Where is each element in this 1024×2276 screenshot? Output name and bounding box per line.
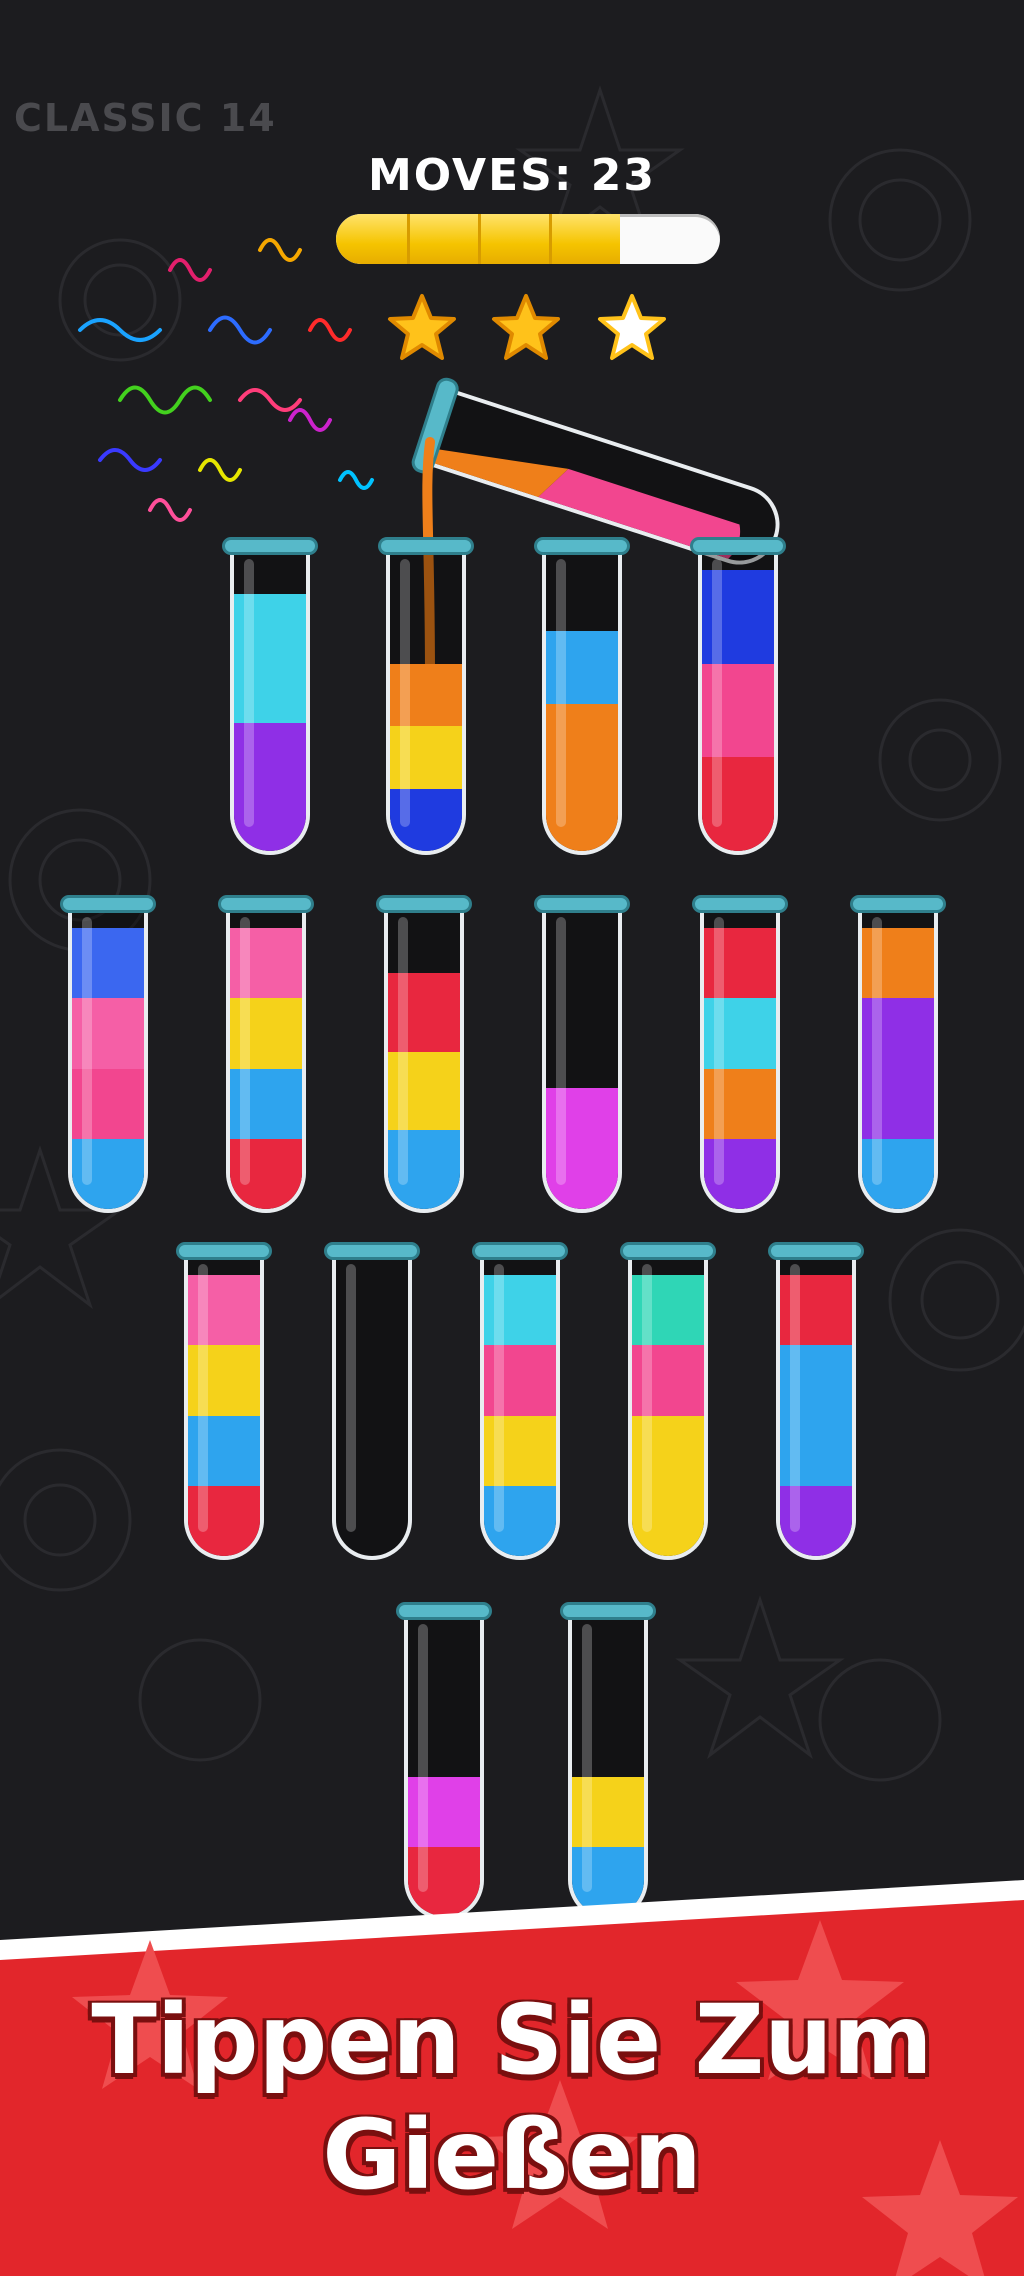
tube-shine: [418, 1624, 428, 1892]
tube-glass: [68, 907, 148, 1213]
tube-shine: [398, 917, 408, 1185]
tube-glass: [542, 907, 622, 1213]
tube-glass: [542, 549, 622, 855]
tube-16[interactable]: [396, 1600, 492, 1920]
progress-segment-divider: [549, 214, 553, 264]
tube-rim: [378, 537, 474, 555]
tube-8[interactable]: [534, 893, 630, 1213]
tube-rim: [690, 537, 786, 555]
instruction-banner: Tippen Sie Zum Gießen: [0, 1880, 1024, 2276]
tube-2[interactable]: [378, 535, 474, 855]
tube-shine: [400, 559, 410, 827]
tube-shine: [582, 1624, 592, 1892]
tube-rim: [850, 895, 946, 913]
tube-glass: [858, 907, 938, 1213]
confetti-effect: [78, 238, 374, 522]
tube-rim: [396, 1602, 492, 1620]
moves-counter: MOVES: 23: [0, 150, 1024, 201]
tube-shine: [556, 917, 566, 1185]
tube-11[interactable]: [176, 1240, 272, 1560]
banner-line-1: Tippen Sie Zum: [91, 1984, 933, 2096]
tube-10[interactable]: [850, 893, 946, 1213]
tube-shine: [346, 1264, 356, 1532]
tube-shine: [872, 917, 882, 1185]
tube-rim: [534, 537, 630, 555]
tube-shine: [790, 1264, 800, 1532]
tube-rim: [376, 895, 472, 913]
tube-rim: [534, 895, 630, 913]
tube-rim: [222, 537, 318, 555]
tube-17[interactable]: [560, 1600, 656, 1920]
tube-glass: [700, 907, 780, 1213]
tube-shine: [240, 917, 250, 1185]
tube-rim: [768, 1242, 864, 1260]
tube-glass: [386, 549, 466, 855]
tube-7[interactable]: [376, 893, 472, 1213]
tube-shine: [556, 559, 566, 827]
progress-segment-divider: [407, 214, 411, 264]
tube-12[interactable]: [324, 1240, 420, 1560]
tube-rim: [324, 1242, 420, 1260]
tube-glass: [698, 549, 778, 855]
tube-5[interactable]: [60, 893, 156, 1213]
level-label: CLASSIC 14: [14, 96, 277, 140]
moves-value: 23: [590, 150, 656, 201]
tube-shine: [642, 1264, 652, 1532]
tube-shine: [244, 559, 254, 827]
banner-line-2: Gießen: [322, 2099, 702, 2211]
tube-4[interactable]: [690, 535, 786, 855]
tube-rim: [560, 1602, 656, 1620]
tube-glass: [480, 1254, 560, 1560]
tube-glass: [384, 907, 464, 1213]
tube-shine: [494, 1264, 504, 1532]
tube-glass: [404, 1614, 484, 1920]
tube-1[interactable]: [222, 535, 318, 855]
tube-glass: [628, 1254, 708, 1560]
tube-6[interactable]: [218, 893, 314, 1213]
tube-13[interactable]: [472, 1240, 568, 1560]
tube-glass: [332, 1254, 412, 1560]
tube-glass: [230, 549, 310, 855]
tube-glass: [184, 1254, 264, 1560]
tube-9[interactable]: [692, 893, 788, 1213]
tube-glass: [568, 1614, 648, 1920]
tube-rim: [218, 895, 314, 913]
tube-shine: [198, 1264, 208, 1532]
progress-segment-divider: [478, 214, 482, 264]
tube-rim: [60, 895, 156, 913]
tube-rim: [620, 1242, 716, 1260]
tube-rim: [692, 895, 788, 913]
tube-shine: [82, 917, 92, 1185]
tube-glass: [226, 907, 306, 1213]
tube-14[interactable]: [620, 1240, 716, 1560]
tube-rim: [176, 1242, 272, 1260]
tube-glass: [776, 1254, 856, 1560]
tube-shine: [714, 917, 724, 1185]
tube-shine: [712, 559, 722, 827]
tube-15[interactable]: [768, 1240, 864, 1560]
tube-3[interactable]: [534, 535, 630, 855]
moves-label: MOVES:: [368, 150, 574, 201]
tube-rim: [472, 1242, 568, 1260]
